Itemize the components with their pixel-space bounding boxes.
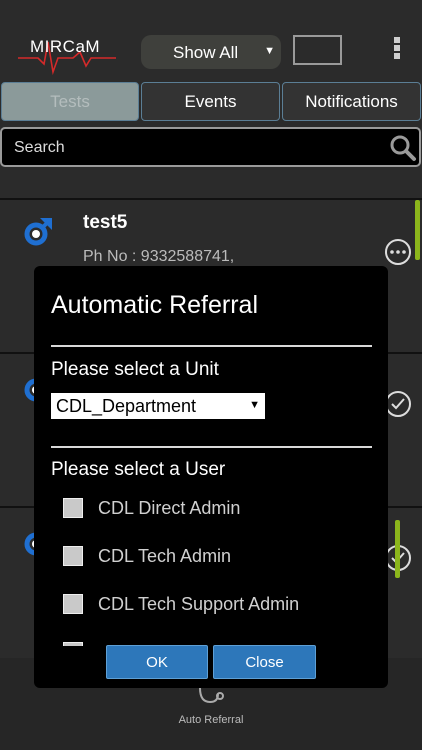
search-placeholder: Search [14,139,65,156]
app-header: MIRCaM Show All ▼ [0,0,422,82]
auto-referral-label: Auto Referral [178,714,244,726]
user-option[interactable]: CDL Tech Admin [34,538,388,578]
more-icon[interactable] [384,238,412,266]
user-option-label: CDL Tech Support Admin [98,594,300,614]
user-checkbox[interactable] [63,546,83,566]
stethoscope-icon [199,687,224,704]
divider [51,446,372,448]
mircam-logo: MIRCaM [18,24,118,80]
tab-bar: Tests Events Notifications [0,82,422,122]
tab-events[interactable]: Events [141,82,280,121]
unit-section-label: Please select a Unit [51,359,219,380]
patient-phone: Ph No : 9332588741, [83,248,235,265]
user-option[interactable] [34,634,388,646]
user-option[interactable]: CDL Tech Support Admin [34,586,388,626]
search-icon[interactable] [389,134,417,162]
check-circle-icon[interactable] [384,390,412,418]
user-option-label: CDL Direct Admin [98,498,241,518]
divider [51,345,372,347]
user-option-label: CDL Tech Admin [98,546,232,566]
user-checkbox[interactable] [63,594,83,614]
patient-name: test5 [83,212,128,233]
male-icon [24,218,52,246]
close-button[interactable]: Close [213,645,316,679]
ok-button[interactable]: OK [106,645,208,679]
scroll-indicator [415,200,420,260]
user-section-label: Please select a User [51,459,226,480]
unit-dropdown[interactable]: CDL_Department ▼ [51,393,265,419]
empty-box-button[interactable] [293,35,342,65]
unit-selected-value: CDL_Department [56,396,197,416]
overflow-menu-icon[interactable] [393,37,401,63]
scroll-indicator [395,520,400,578]
logo-text: MIRCaM [30,37,101,56]
dialog-title: Automatic Referral [51,291,259,319]
tab-tests[interactable]: Tests [1,82,139,121]
search-input[interactable]: Search [0,127,421,167]
user-checkbox[interactable] [63,498,83,518]
tab-notifications[interactable]: Notifications [282,82,421,121]
user-list: CDL Direct Admin CDL Tech Admin CDL Tech… [34,484,388,646]
user-option[interactable]: CDL Direct Admin [34,490,388,530]
filter-dropdown[interactable]: Show All ▼ [141,35,281,69]
dropdown-arrow-icon: ▼ [249,399,260,411]
filter-selected-value: Show All [173,43,239,62]
dropdown-arrow-icon: ▼ [264,45,275,57]
automatic-referral-dialog: Automatic Referral Please select a Unit … [34,266,388,688]
user-checkbox[interactable] [63,642,83,646]
